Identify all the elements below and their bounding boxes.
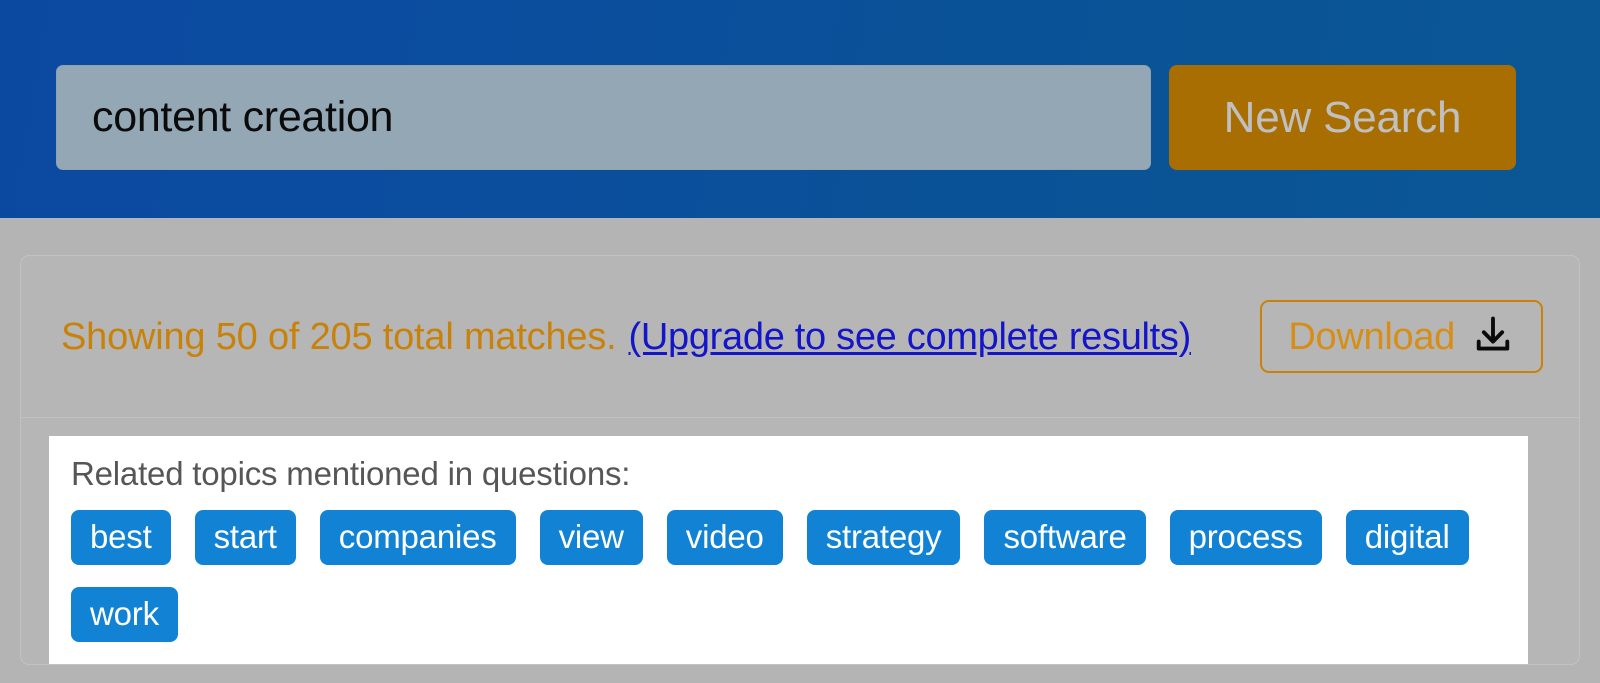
results-card: Showing 50 of 205 total matches. (Upgrad… [20,255,1580,665]
related-topics-tag-list: best start companies view video strategy… [71,509,1506,642]
results-summary-text: Showing 50 of 205 total matches. [61,315,617,358]
download-button-label: Download [1288,315,1455,358]
topic-tag[interactable]: process [1169,509,1322,565]
topic-tag[interactable]: companies [319,509,516,565]
download-tray-icon [1471,313,1515,360]
search-row: content creation New Search [56,65,1516,170]
topic-tag[interactable]: work [71,586,178,642]
results-summary-bar: Showing 50 of 205 total matches. (Upgrad… [21,256,1579,418]
related-topics-panel: Related topics mentioned in questions: b… [49,436,1528,664]
related-topics-label: Related topics mentioned in questions: [71,455,631,492]
upgrade-link[interactable]: (Upgrade to see complete results) [629,318,1192,356]
new-search-button[interactable]: New Search [1169,65,1516,170]
topic-tag[interactable]: video [666,509,783,565]
topic-tag[interactable]: strategy [806,509,961,565]
search-input[interactable]: content creation [56,65,1151,170]
topic-tag[interactable]: start [194,509,296,565]
topic-tag[interactable]: software [984,509,1146,565]
search-header: content creation New Search [0,0,1600,218]
download-button[interactable]: Download [1260,300,1543,373]
topic-tag[interactable]: view [539,509,643,565]
topic-tag[interactable]: digital [1345,509,1469,565]
topic-tag[interactable]: best [71,509,171,565]
